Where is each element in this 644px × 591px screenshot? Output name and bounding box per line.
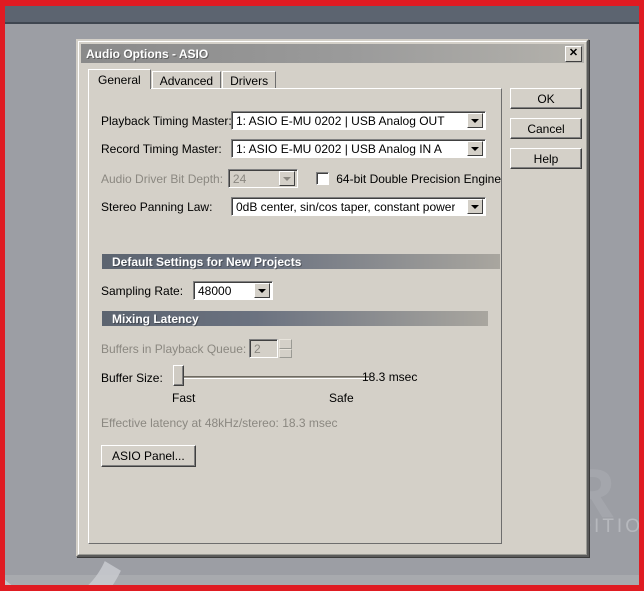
row-audio-driver-bit-depth: Audio Driver Bit Depth: 24 64-bit Double… [101, 169, 501, 188]
tab-advanced-label: Advanced [159, 73, 214, 88]
double-precision-checkbox-row[interactable]: 64-bit Double Precision Engine [316, 172, 501, 186]
playback-timing-master-label: Playback Timing Master: [101, 113, 232, 128]
spinner-down-icon[interactable] [279, 348, 292, 358]
buffers-in-playback-queue-value: 2 [254, 341, 261, 356]
effective-latency-text: Effective latency at 48kHz/stereo: 18.3 … [101, 416, 338, 430]
tab-page-general: Playback Timing Master: 1: ASIO E-MU 020… [88, 88, 502, 544]
sampling-rate-value: 48000 [198, 283, 232, 298]
row-sampling-rate: Sampling Rate: 48000 [101, 281, 273, 300]
spinner-stepper[interactable] [279, 339, 292, 358]
stereo-panning-law-label: Stereo Panning Law: [101, 199, 213, 214]
buffers-in-playback-queue-label: Buffers in Playback Queue: [101, 341, 247, 356]
audio-options-dialog: Audio Options - ASIO ✕ General Advanced … [76, 39, 589, 557]
row-buffers-in-playback-queue: Buffers in Playback Queue: 2 [101, 339, 292, 358]
tab-general[interactable]: General [88, 69, 151, 89]
record-timing-master-value: 1: ASIO E-MU 0202 | USB Analog IN A [236, 141, 442, 156]
background-top-band [5, 6, 639, 24]
section-header-mixing-latency-label: Mixing Latency [112, 311, 199, 326]
playback-timing-master-combo[interactable]: 1: ASIO E-MU 0202 | USB Analog OUT [231, 111, 486, 130]
sampling-rate-combo[interactable]: 48000 [193, 281, 273, 300]
chevron-down-icon[interactable] [467, 113, 483, 128]
section-header-mixing-latency: Mixing Latency [102, 311, 488, 326]
row-playback-timing-master: Playback Timing Master: 1: ASIO E-MU 020… [101, 111, 491, 130]
buffer-size-slider-thumb[interactable] [173, 365, 184, 386]
record-timing-master-combo[interactable]: 1: ASIO E-MU 0202 | USB Analog IN A [231, 139, 486, 158]
help-button[interactable]: Help [510, 148, 582, 169]
audio-driver-bit-depth-combo[interactable]: 24 [227, 169, 299, 188]
double-precision-checkbox[interactable] [316, 172, 330, 185]
row-record-timing-master: Record Timing Master: 1: ASIO E-MU 0202 … [101, 139, 491, 158]
section-header-default-settings: Default Settings for New Projects [102, 254, 500, 269]
double-precision-label: 64-bit Double Precision Engine [336, 171, 501, 186]
asio-panel-button[interactable]: ASIO Panel... [101, 445, 196, 467]
audio-driver-bit-depth-label: Audio Driver Bit Depth: [101, 171, 224, 186]
row-stereo-panning-law: Stereo Panning Law: 0dB center, sin/cos … [101, 197, 491, 216]
dialog-titlebar[interactable]: Audio Options - ASIO ✕ [81, 44, 584, 63]
tab-drivers-label: Drivers [230, 73, 269, 88]
tab-strip: General Advanced Drivers [88, 69, 501, 89]
buffer-size-max-label: Safe [329, 391, 354, 405]
dialog-button-column: OK Cancel Help [510, 88, 582, 178]
buffer-size-label: Buffer Size: [101, 371, 163, 385]
chevron-down-icon[interactable] [467, 199, 483, 214]
buffer-size-min-label: Fast [172, 391, 196, 405]
section-header-default-settings-label: Default Settings for New Projects [112, 254, 302, 269]
chevron-down-icon[interactable] [279, 171, 296, 186]
tab-drivers[interactable]: Drivers [222, 71, 277, 89]
stereo-panning-law-combo[interactable]: 0dB center, sin/cos taper, constant powe… [231, 197, 486, 216]
record-timing-master-label: Record Timing Master: [101, 141, 222, 156]
chevron-down-icon[interactable] [467, 141, 483, 156]
tab-general-label: General [98, 72, 141, 87]
buffer-size-readout: 18.3 msec [362, 370, 418, 384]
stereo-panning-law-value: 0dB center, sin/cos taper, constant powe… [236, 199, 456, 214]
tab-advanced[interactable]: Advanced [151, 71, 222, 89]
buffers-in-playback-queue-field[interactable]: 2 [249, 339, 278, 358]
screenshot-root: R EDITIO Audio Options - ASIO ✕ General … [0, 0, 644, 591]
buffer-size-slider-track[interactable] [176, 376, 371, 379]
cancel-button[interactable]: Cancel [510, 118, 582, 139]
spinner-up-icon[interactable] [279, 339, 292, 349]
close-x-icon[interactable]: ✕ [565, 45, 582, 62]
ok-button[interactable]: OK [510, 88, 582, 109]
audio-driver-bit-depth-value: 24 [232, 171, 247, 186]
playback-timing-master-value: 1: ASIO E-MU 0202 | USB Analog OUT [236, 113, 445, 128]
dialog-title: Audio Options - ASIO [86, 46, 209, 61]
chevron-down-icon[interactable] [254, 283, 270, 298]
sampling-rate-label: Sampling Rate: [101, 283, 184, 298]
